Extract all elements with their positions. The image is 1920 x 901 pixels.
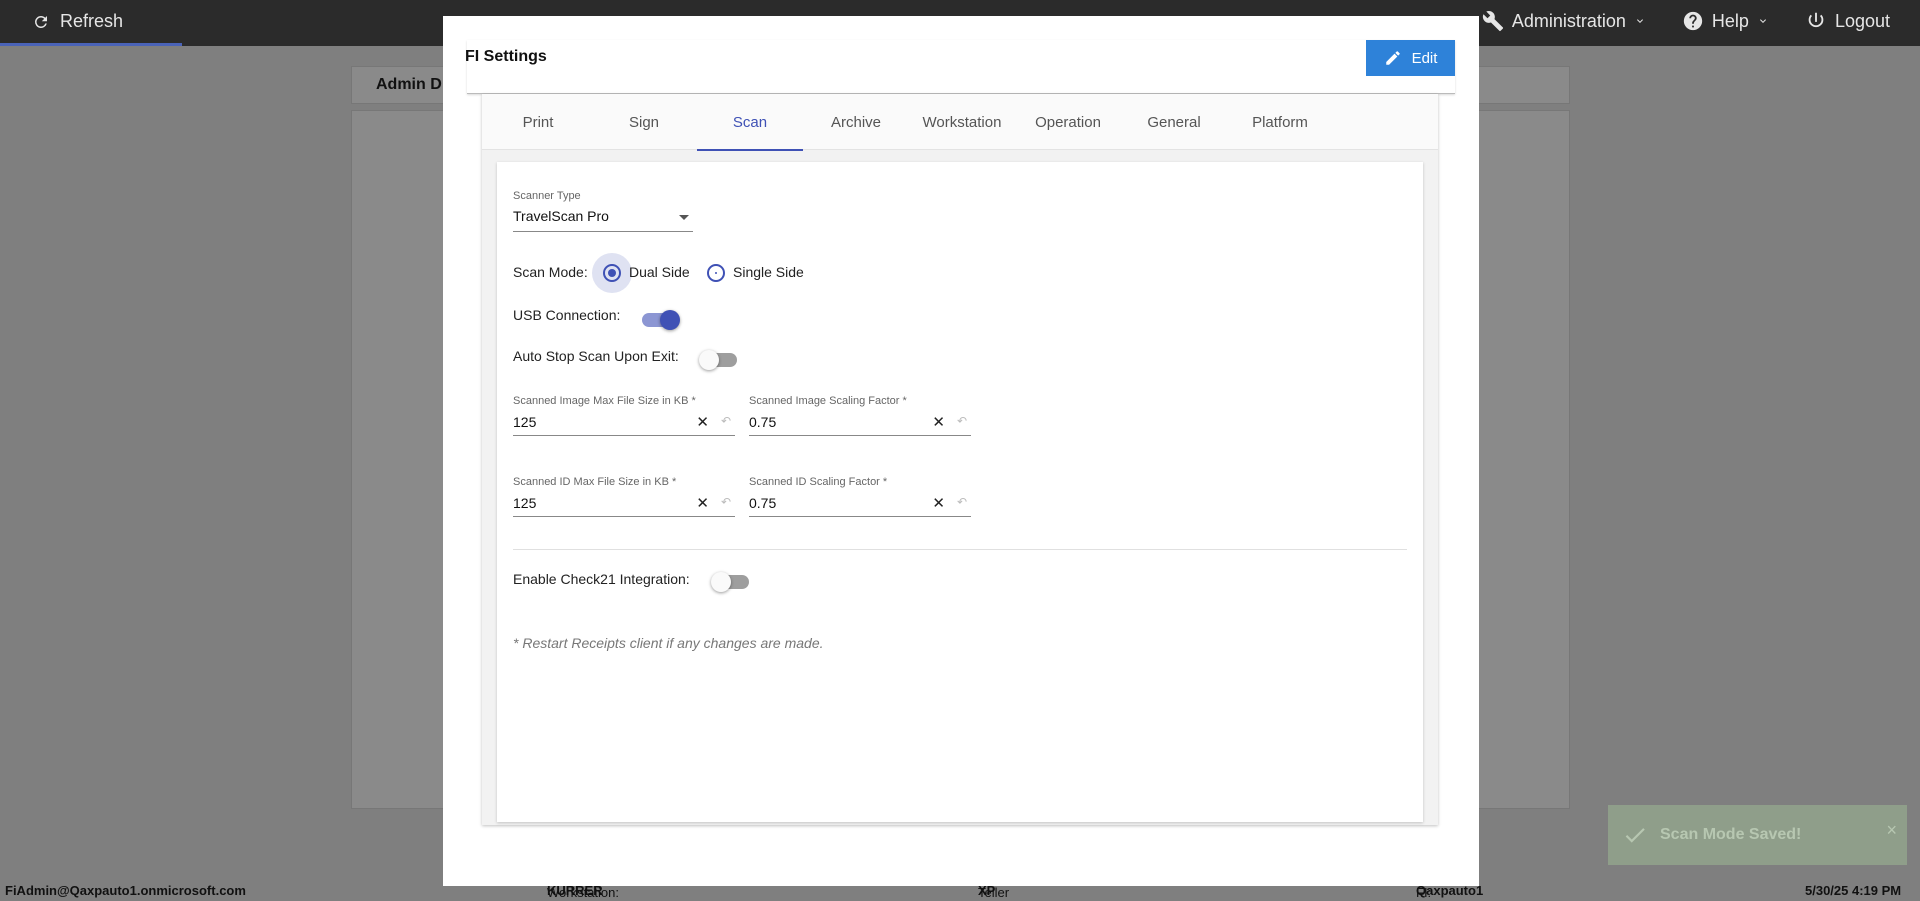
footer-user: FiAdmin@Qaxpauto1.onmicrosoft.com xyxy=(5,883,246,898)
power-icon xyxy=(1808,12,1824,28)
radio-single-side[interactable] xyxy=(707,264,725,282)
clear-icon[interactable]: ✕ xyxy=(932,494,945,512)
image-scaling-value: 0.75 xyxy=(749,414,777,430)
tab-print[interactable]: Print xyxy=(485,94,591,150)
check21-toggle[interactable] xyxy=(711,572,749,592)
image-scaling-input[interactable]: 0.75 ✕ ↶ xyxy=(749,408,971,436)
tab-scan[interactable]: Scan xyxy=(697,94,803,151)
image-max-size-label: Scanned Image Max File Size in KB * xyxy=(513,395,696,407)
auto-stop-toggle[interactable] xyxy=(699,350,737,370)
tab-sign[interactable]: Sign xyxy=(591,94,697,150)
id-scaling-input[interactable]: 0.75 ✕ ↶ xyxy=(749,489,971,517)
undo-icon[interactable]: ↶ xyxy=(721,495,731,509)
tab-general[interactable]: General xyxy=(1121,94,1227,150)
id-max-size-input[interactable]: 125 ✕ ↶ xyxy=(513,489,735,517)
status-footer: FiAdmin@Qaxpauto1.onmicrosoft.com Workst… xyxy=(0,881,1920,901)
edit-button[interactable]: Edit xyxy=(1366,40,1455,76)
settings-panel: Print Sign Scan Archive Workstation Oper… xyxy=(482,94,1438,825)
check21-label: Enable Check21 Integration: xyxy=(513,571,690,587)
restart-note: * Restart Receipts client if any changes… xyxy=(513,635,824,651)
refresh-label: Refresh xyxy=(60,11,124,31)
radio-selected-dot xyxy=(608,269,616,277)
dialog-header: Edit xyxy=(467,40,1455,94)
edit-label: Edit xyxy=(1411,49,1438,67)
toggle-knob xyxy=(699,350,719,370)
dropdown-caret-icon xyxy=(679,215,689,220)
wrench-icon xyxy=(1482,11,1503,32)
chevron-down-icon xyxy=(1636,19,1643,23)
toggle-knob xyxy=(660,310,680,330)
administration-menu[interactable]: Administration xyxy=(1482,10,1646,32)
help-menu[interactable]: Help xyxy=(1682,10,1769,32)
logout-button[interactable]: Logout xyxy=(1805,10,1890,32)
background-card-title: Admin D xyxy=(376,76,442,93)
help-icon xyxy=(1683,11,1703,31)
close-icon[interactable]: × xyxy=(1886,820,1897,841)
pencil-icon xyxy=(1385,51,1400,65)
undo-icon[interactable]: ↶ xyxy=(721,414,731,428)
tab-workstation[interactable]: Workstation xyxy=(909,94,1015,150)
radio-dual-side[interactable] xyxy=(603,264,621,282)
image-scaling-label: Scanned Image Scaling Factor * xyxy=(749,395,907,407)
refresh-icon xyxy=(35,15,47,28)
toggle-knob xyxy=(711,572,731,592)
tab-archive[interactable]: Archive xyxy=(803,94,909,150)
settings-tabs: Print Sign Scan Archive Workstation Oper… xyxy=(482,94,1438,151)
usb-connection-toggle[interactable] xyxy=(642,310,680,330)
loading-progress-bar xyxy=(0,43,182,46)
dual-side-label[interactable]: Dual Side xyxy=(629,264,690,280)
image-max-size-input[interactable]: 125 ✕ ↶ xyxy=(513,408,735,436)
refresh-button[interactable]: Refresh xyxy=(32,11,123,32)
help-label: Help xyxy=(1711,10,1749,31)
radio-unselected-dot xyxy=(715,272,717,274)
dialog-title: FI Settings xyxy=(465,48,547,65)
clear-icon[interactable]: ✕ xyxy=(696,494,709,512)
id-scaling-value: 0.75 xyxy=(749,495,777,511)
scanner-type-label: Scanner Type xyxy=(513,190,581,202)
footer-workstation-label: Workstation: xyxy=(547,885,620,900)
fi-settings-dialog: Edit FI Settings Print Sign Scan Archive… xyxy=(443,16,1479,886)
tab-platform[interactable]: Platform xyxy=(1227,94,1333,150)
single-side-label[interactable]: Single Side xyxy=(733,264,804,280)
clear-icon[interactable]: ✕ xyxy=(696,413,709,431)
toast-message: Scan Mode Saved! xyxy=(1660,826,1802,843)
id-max-size-label: Scanned ID Max File Size in KB * xyxy=(513,476,677,488)
footer-platform-label: Teller Platform: xyxy=(978,885,1030,901)
tab-operation[interactable]: Operation xyxy=(1015,94,1121,150)
undo-icon[interactable]: ↶ xyxy=(957,495,967,509)
undo-icon[interactable]: ↶ xyxy=(957,414,967,428)
footer-datetime: 5/30/25 4:19 PM xyxy=(1805,883,1902,898)
administration-label: Administration xyxy=(1511,10,1626,31)
section-divider xyxy=(513,549,1407,550)
auto-stop-label: Auto Stop Scan Upon Exit: xyxy=(513,348,679,364)
scan-mode-saved-toast: Scan Mode Saved! × xyxy=(1608,805,1907,865)
usb-connection-label: USB Connection: xyxy=(513,307,621,323)
scanner-type-select[interactable]: TravelScan Pro xyxy=(513,202,693,232)
check-icon xyxy=(1625,828,1645,843)
id-max-size-value: 125 xyxy=(513,495,537,511)
scanner-type-value: TravelScan Pro xyxy=(513,208,609,224)
chevron-down-icon xyxy=(1759,19,1766,23)
footer-fi-label: FI: xyxy=(1416,885,1432,900)
id-scaling-label: Scanned ID Scaling Factor * xyxy=(749,476,888,488)
scan-settings-content: Scanner Type TravelScan Pro Scan Mode: D… xyxy=(497,162,1423,822)
scan-mode-label: Scan Mode: xyxy=(513,264,588,280)
logout-label: Logout xyxy=(1834,10,1890,31)
clear-icon[interactable]: ✕ xyxy=(932,413,945,431)
image-max-size-value: 125 xyxy=(513,414,537,430)
